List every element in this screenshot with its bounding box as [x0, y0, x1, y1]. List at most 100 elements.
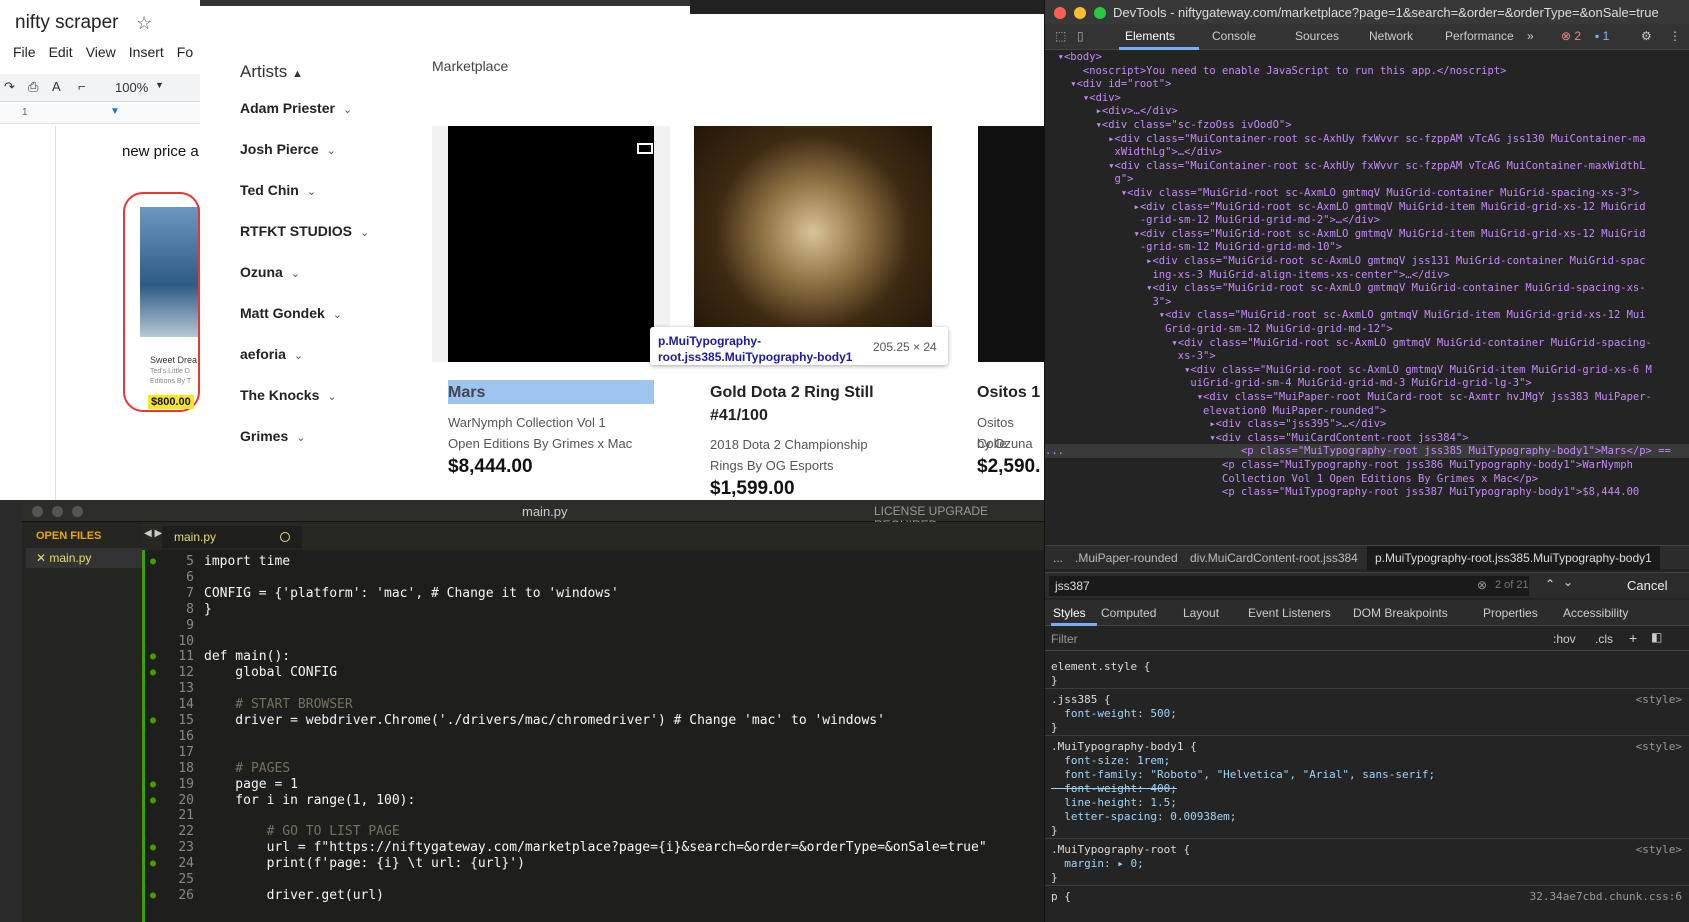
dom-node[interactable]: -grid-sm-12 MuiGrid-grid-md-10"> — [1045, 240, 1689, 254]
style-source-link[interactable]: <style> — [1636, 843, 1682, 857]
artist-item[interactable]: Grimes ⌄ — [240, 428, 305, 444]
clear-search-icon[interactable]: ⊗ — [1477, 578, 1487, 592]
inspect-icon[interactable]: ⬚ — [1055, 29, 1066, 43]
artist-item[interactable]: RTFKT STUDIOS ⌄ — [240, 223, 369, 239]
style-source-link[interactable]: <style> — [1636, 693, 1682, 707]
dom-node[interactable]: ▾<body> — [1045, 50, 1689, 64]
zoom-button[interactable] — [72, 506, 83, 517]
style-rule-line[interactable]: element.style { — [1051, 660, 1150, 674]
sidebar-file[interactable]: ✕ main.py — [26, 548, 142, 568]
dom-node[interactable]: <noscript>You need to enable JavaScript … — [1045, 64, 1689, 78]
code-line[interactable]: ● 24 print(f'page: {i} \t url: {url}') — [142, 856, 1044, 872]
breadcrumb[interactable]: Marketplace — [432, 58, 508, 74]
spellcheck-icon[interactable]: A — [52, 79, 61, 94]
dom-node[interactable]: ing-xs-3 MuiGrid-align-items-xs-center">… — [1045, 268, 1689, 282]
style-rule-line[interactable]: .jss385 { — [1051, 693, 1111, 707]
nft-image-video[interactable] — [448, 126, 654, 362]
chevron-down-icon[interactable]: ⌄ — [1563, 575, 1573, 589]
dom-node[interactable]: Collection Vol 1 Open Editions By Grimes… — [1045, 472, 1689, 486]
subtab-layout[interactable]: Layout — [1183, 606, 1219, 620]
dom-node[interactable]: ▾<div class="MuiContainer-root sc-AxhUy … — [1045, 159, 1689, 173]
nft-image-ositos[interactable] — [978, 126, 1044, 362]
tab-elements[interactable]: Elements — [1125, 29, 1175, 43]
find-input[interactable]: jss387 — [1049, 576, 1529, 596]
dom-node[interactable]: ▾<div class="MuiGrid-root sc-AxmLO gmtmq… — [1045, 336, 1689, 350]
code-line[interactable]: ● 23 url = f"https://niftygateway.com/mar… — [142, 840, 1044, 856]
artist-item[interactable]: The Knocks ⌄ — [240, 387, 337, 403]
dom-node[interactable]: ▾<div class="MuiCardContent-root jss384"… — [1045, 431, 1689, 445]
minimize-button[interactable] — [1074, 7, 1086, 19]
code-line[interactable]: ● 26 driver.get(url) — [142, 888, 1044, 904]
dom-node[interactable]: ▸<div class="MuiContainer-root sc-AxhUy … — [1045, 132, 1689, 146]
dom-node[interactable]: ▾<div class="MuiGrid-root sc-AxmLO gmtmq… — [1045, 186, 1689, 200]
device-toolbar-icon[interactable]: ▯ — [1077, 29, 1084, 43]
dom-node[interactable]: 3"> — [1045, 295, 1689, 309]
menu-format[interactable]: Fo — [177, 44, 193, 60]
nft-name[interactable]: Mars — [448, 384, 485, 402]
star-icon[interactable]: ☆ — [136, 13, 152, 34]
nft-name[interactable]: Gold Dota 2 Ring Still — [710, 384, 874, 402]
style-rule-line[interactable]: .MuiTypography-root { — [1051, 843, 1190, 857]
dom-node[interactable]: ▸<div class="MuiGrid-root sc-AxmLO gmtmq… — [1045, 254, 1689, 268]
breadcrumb-item[interactable]: ... — [1053, 551, 1063, 565]
dom-node-selected[interactable]: ... <p class="MuiTypography-root jss385 … — [1045, 444, 1689, 459]
style-source-link[interactable]: 32.34ae7cbd.chunk.css:6 — [1530, 890, 1682, 904]
artist-item[interactable]: Josh Pierce ⌄ — [240, 141, 336, 157]
subtab-computed[interactable]: Computed — [1101, 606, 1156, 620]
class-toggle[interactable]: .cls — [1595, 632, 1613, 646]
code-line[interactable]: 21 — [142, 808, 1044, 824]
code-line[interactable]: ● 15 driver = webdriver.Chrome('./drivers… — [142, 713, 1044, 729]
code-line[interactable]: 6 — [142, 570, 1044, 586]
dom-node[interactable]: xs-3"> — [1045, 349, 1689, 363]
style-rule-line[interactable]: font-family: "Roboto", "Helvetica", "Ari… — [1051, 768, 1435, 782]
settings-gear-icon[interactable]: ⚙ — [1641, 29, 1652, 43]
dom-node[interactable]: <p class="MuiTypography-root jss386 MuiT… — [1045, 458, 1689, 472]
hover-state-toggle[interactable]: :hov — [1553, 632, 1576, 646]
subtab-accessibility[interactable]: Accessibility — [1563, 606, 1628, 620]
subtab-styles[interactable]: Styles — [1053, 606, 1086, 620]
nft-name[interactable]: Ositos 1 — [977, 384, 1040, 402]
dom-tree[interactable]: ▾<body> <noscript>You need to enable Jav… — [1045, 50, 1689, 540]
dom-node[interactable]: uiGrid-grid-sm-4 MuiGrid-grid-md-3 MuiGr… — [1045, 376, 1689, 390]
doc-title[interactable]: nifty scraper — [15, 12, 118, 34]
style-rule-line[interactable]: font-weight: 500; — [1051, 707, 1177, 721]
dom-node[interactable]: ▾<div class="MuiGrid-root sc-AxmLO gmtmq… — [1045, 308, 1689, 322]
dom-node[interactable]: ▾<div class="MuiGrid-root sc-AxmLO gmtmq… — [1045, 281, 1689, 295]
dom-node[interactable]: xWidthLg">…</div> — [1045, 145, 1689, 159]
tab-console[interactable]: Console — [1212, 29, 1256, 43]
artists-heading[interactable]: Artists ▲ — [240, 62, 303, 82]
dom-node[interactable]: ▾<div> — [1045, 91, 1689, 105]
code-line[interactable]: ● 20 for i in range(1, 100): — [142, 793, 1044, 809]
dom-node[interactable]: ▸<div class="MuiGrid-root sc-AxmLO gmtmq… — [1045, 200, 1689, 214]
close-button[interactable] — [32, 506, 43, 517]
dom-node[interactable]: <p class="MuiTypography-root jss387 MuiT… — [1045, 485, 1689, 499]
code-line[interactable]: ● 12 global CONFIG — [142, 665, 1044, 681]
zoom-select[interactable]: 100% — [115, 80, 148, 95]
dom-node[interactable]: ▾<div class="MuiGrid-root sc-AxmLO gmtmq… — [1045, 227, 1689, 241]
dom-node[interactable]: ▸<div>…</div> — [1045, 104, 1689, 118]
code-line[interactable]: 10 — [142, 634, 1044, 650]
style-rule-line[interactable]: } — [1051, 871, 1058, 885]
tab-nav-arrows-icon[interactable]: ◀ ▶ — [144, 528, 162, 539]
subtab-properties[interactable]: Properties — [1483, 606, 1538, 620]
more-tabs-icon[interactable]: » — [1527, 29, 1534, 43]
tab-network[interactable]: Network — [1369, 29, 1413, 43]
tab-main-py[interactable]: main.py — [162, 526, 302, 548]
breadcrumb-item[interactable]: .MuiPaper-rounded — [1075, 551, 1178, 565]
subtab-dom-breakpoints[interactable]: DOM Breakpoints — [1353, 606, 1448, 620]
style-rule-line[interactable]: } — [1051, 674, 1058, 688]
artist-item[interactable]: Ozuna ⌄ — [240, 264, 300, 280]
code-line[interactable]: 18 # PAGES — [142, 761, 1044, 777]
add-rule-icon[interactable]: + — [1629, 630, 1637, 646]
code-line[interactable]: ● 19 page = 1 — [142, 777, 1044, 793]
style-rule-line[interactable]: p { — [1051, 890, 1071, 904]
ruler-marker-icon[interactable]: ▼ — [110, 106, 120, 117]
zoom-button[interactable] — [1094, 7, 1106, 19]
dom-node[interactable]: ▾<div class="MuiGrid-root sc-AxmLO gmtmq… — [1045, 363, 1689, 377]
menu-file[interactable]: File — [13, 44, 36, 60]
breadcrumb-item-active[interactable]: p.MuiTypography-root.jss385.MuiTypograph… — [1367, 546, 1660, 570]
dom-node[interactable]: Grid-grid-sm-12 MuiGrid-grid-md-12"> — [1045, 322, 1689, 336]
styles-pane[interactable]: element.style {} .jss385 { font-weight: 5… — [1045, 652, 1689, 922]
dom-node[interactable]: ▾<div class="MuiPaper-root MuiCard-root … — [1045, 390, 1689, 404]
dom-node[interactable]: ▾<div class="sc-fzoOss ivOodO"> — [1045, 118, 1689, 132]
